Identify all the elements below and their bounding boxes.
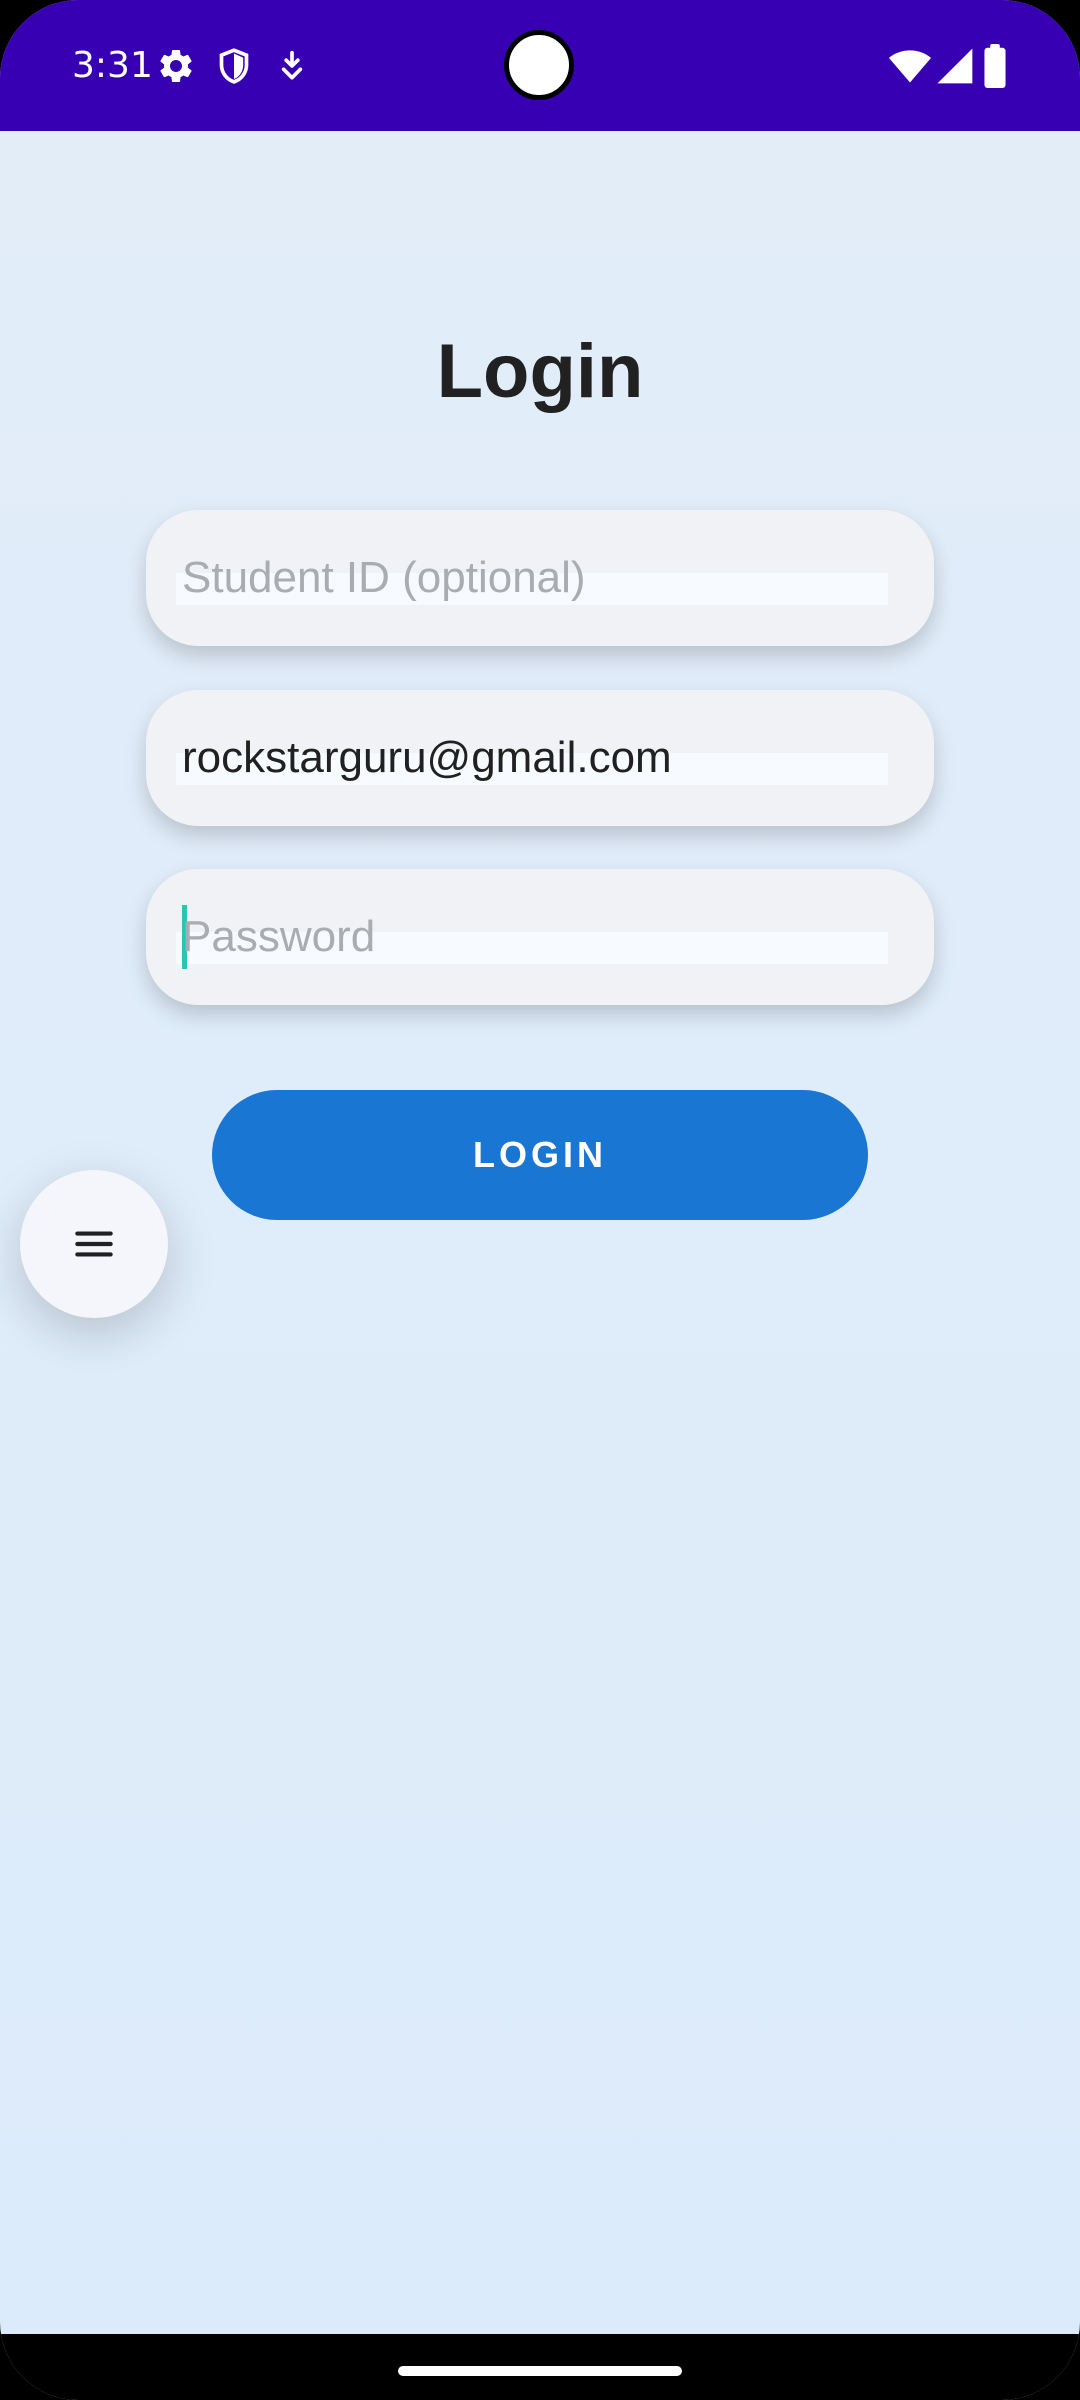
email-field[interactable] [146, 690, 934, 826]
wifi-icon [888, 50, 932, 83]
shield-icon [219, 48, 249, 84]
password-input[interactable] [182, 897, 898, 977]
battery-icon [984, 43, 1006, 89]
email-input[interactable] [182, 718, 898, 798]
password-field[interactable] [146, 869, 934, 1005]
status-time: 3:31 [72, 45, 153, 86]
menu-fab-button[interactable] [20, 1170, 168, 1318]
status-bar: 3:31 [0, 0, 1080, 131]
menu-icon [75, 1231, 113, 1257]
home-indicator[interactable] [398, 2366, 682, 2376]
page-title: Login [436, 329, 644, 414]
cellular-signal-icon [937, 48, 973, 84]
student-id-field[interactable] [146, 510, 934, 646]
student-id-input[interactable] [182, 538, 898, 618]
camera-cutout [504, 30, 574, 100]
settings-gear-icon [160, 49, 192, 82]
phone-screen: 3:31 Login Student ID (optional) rocksta… [0, 0, 1080, 2400]
download-icon [281, 50, 303, 80]
login-button[interactable]: LOGIN [212, 1090, 868, 1220]
